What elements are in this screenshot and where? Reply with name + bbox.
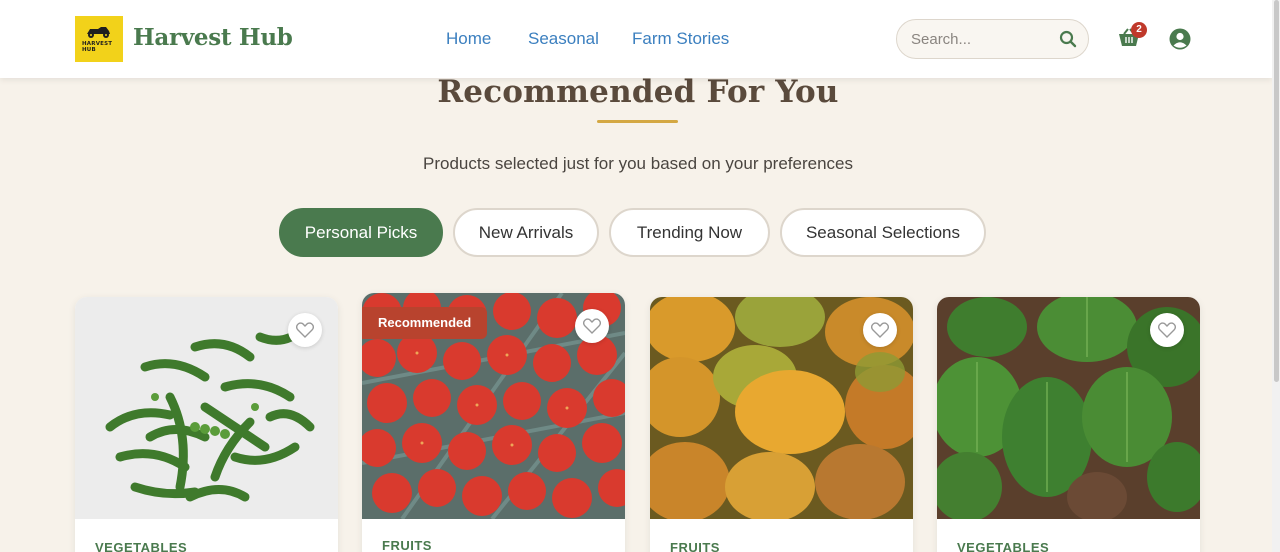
product-card[interactable]: VEGETABLES (75, 297, 338, 552)
favorite-button[interactable] (575, 309, 609, 343)
scrollbar-thumb[interactable] (1274, 0, 1279, 382)
product-card[interactable]: FRUITS (650, 297, 913, 552)
search-input[interactable] (911, 29, 1051, 49)
tab-seasonal-selections[interactable]: Seasonal Selections (780, 208, 986, 257)
heart-icon (583, 318, 601, 334)
recommended-badge: Recommended (362, 307, 488, 339)
product-category: VEGETABLES (95, 540, 188, 552)
product-category: FRUITS (382, 538, 432, 552)
tab-new-arrivals[interactable]: New Arrivals (453, 208, 599, 257)
favorite-button[interactable] (863, 313, 897, 347)
product-category: VEGETABLES (957, 540, 1050, 552)
user-account-icon[interactable] (1169, 28, 1191, 50)
search-box (896, 19, 1089, 59)
nav-home[interactable]: Home (446, 29, 491, 49)
title-underline (597, 120, 678, 123)
tractor-icon (87, 27, 110, 38)
logo[interactable]: HARVEST HUB (75, 16, 123, 62)
product-card[interactable]: Recommended FRUITS (362, 293, 625, 552)
product-card[interactable]: VEGETABLES (937, 297, 1200, 552)
cart-count-badge: 2 (1131, 22, 1147, 38)
section-title: Recommended For You (437, 74, 839, 110)
product-category: FRUITS (670, 540, 720, 552)
nav-farm-stories[interactable]: Farm Stories (632, 29, 729, 49)
search-icon[interactable] (1059, 30, 1077, 48)
heart-icon (296, 322, 314, 338)
brand-name[interactable]: Harvest Hub (133, 24, 293, 51)
tab-personal-picks[interactable]: Personal Picks (279, 208, 443, 257)
favorite-button[interactable] (1150, 313, 1184, 347)
heart-icon (1158, 322, 1176, 338)
site-header: HARVEST HUB Harvest Hub Home Seasonal Fa… (0, 0, 1272, 78)
logo-text-line2: HUB (82, 47, 96, 53)
section-subtitle: Products selected just for you based on … (423, 154, 853, 173)
favorite-button[interactable] (288, 313, 322, 347)
nav-seasonal[interactable]: Seasonal (528, 29, 599, 49)
heart-icon (871, 322, 889, 338)
tab-trending-now[interactable]: Trending Now (609, 208, 770, 257)
